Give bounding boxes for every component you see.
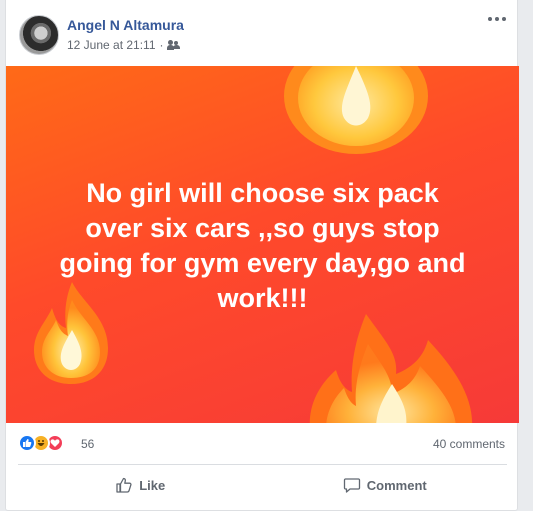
post-text: No girl will choose six pack over six ca… xyxy=(26,176,499,316)
thumbs-up-icon xyxy=(116,477,132,493)
comment-label: Comment xyxy=(366,477,427,493)
flame-icon xyxy=(309,314,473,423)
post-background: No girl will choose six pack over six ca… xyxy=(6,66,519,423)
post-actions: Like Comment xyxy=(18,465,507,505)
like-button[interactable]: Like xyxy=(18,465,263,505)
post-text-line: work!!! xyxy=(217,283,308,313)
post-card: Angel N Altamura 12 June at 21:11 · No g… xyxy=(5,0,519,511)
like-label: Like xyxy=(139,477,166,493)
comments-count[interactable]: 40 comments xyxy=(433,437,505,451)
author-name[interactable]: Angel N Altamura xyxy=(67,17,184,33)
post-text-line: No girl will choose six pack xyxy=(86,178,439,208)
more-options-icon[interactable] xyxy=(487,12,507,26)
flame-icon xyxy=(284,66,428,154)
reaction-icons[interactable] xyxy=(18,434,64,454)
post-meta: 12 June at 21:11 · xyxy=(67,38,180,52)
post-text-line: over six cars ,,so guys stop xyxy=(85,213,440,243)
avatar[interactable] xyxy=(19,15,59,55)
like-reaction-icon[interactable] xyxy=(18,434,36,452)
reaction-count[interactable]: 56 xyxy=(81,437,94,451)
post-timestamp[interactable]: 12 June at 21:11 xyxy=(67,38,156,52)
reactions-bar: 56 40 comments xyxy=(6,424,517,464)
comment-icon xyxy=(343,478,360,493)
comment-button[interactable]: Comment xyxy=(263,465,508,505)
post-header: Angel N Altamura 12 June at 21:11 · xyxy=(6,0,517,66)
meta-separator: · xyxy=(159,38,164,52)
page: Angel N Altamura 12 June at 21:11 · No g… xyxy=(0,0,533,511)
friends-icon[interactable] xyxy=(166,40,180,50)
post-text-line: going for gym every day,go and xyxy=(59,248,466,278)
